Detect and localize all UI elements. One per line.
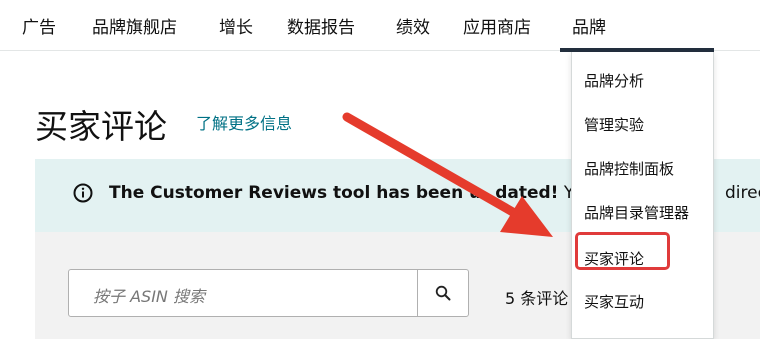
banner-bold-2: dated! [495,183,559,203]
menu-item-customer-engagement[interactable]: 买家互动 [584,291,644,312]
menu-item-brand-dashboard[interactable]: 品牌控制面板 [584,158,674,179]
nav-item-performance[interactable]: 绩效 [396,13,430,38]
nav-item-stores[interactable]: 品牌旗舰店 [92,13,177,38]
menu-item-brand-analytics[interactable]: 品牌分析 [584,70,644,91]
banner-message: The Customer Reviews tool has been u date… [109,183,582,203]
search-icon [435,285,451,301]
nav-item-reports[interactable]: 数据报告 [287,13,355,38]
banner-bold-1: The Customer Reviews tool has been u [109,183,482,203]
brands-dropdown-menu: 品牌分析 管理实验 品牌控制面板 品牌目录管理器 买家评论 买家互动 [571,52,714,339]
top-nav: 广告 品牌旗舰店 增长 数据报告 绩效 应用商店 品牌 [0,0,760,51]
review-count: 5 条评论 [505,289,569,308]
learn-more-link[interactable]: 了解更多信息 [196,110,292,134]
search-button[interactable] [417,269,469,317]
banner-tail: direct [725,183,760,203]
page-title: 买家评论 [35,107,167,146]
info-icon [73,183,93,203]
nav-item-brands[interactable]: 品牌 [572,13,606,38]
menu-item-catalog-manager[interactable]: 品牌目录管理器 [584,202,689,223]
search-placeholder: 按子 ASIN 搜索 [93,287,205,306]
asin-search-input[interactable]: 按子 ASIN 搜索 [68,269,418,317]
menu-item-customer-reviews[interactable]: 买家评论 [584,248,644,269]
nav-item-appstore[interactable]: 应用商店 [463,13,531,38]
nav-item-growth[interactable]: 增长 [219,13,253,38]
nav-item-ads[interactable]: 广告 [22,13,56,38]
menu-item-experiments[interactable]: 管理实验 [584,114,644,135]
